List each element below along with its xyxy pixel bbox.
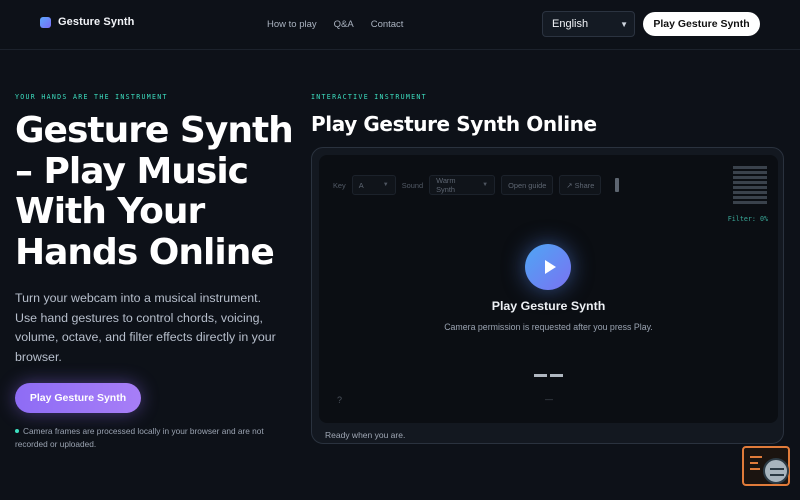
- meter-bar: [733, 176, 767, 179]
- gesture-indicator-mark: [534, 374, 547, 377]
- stage-subtitle: Camera permission is requested after you…: [444, 322, 653, 332]
- floating-helper-widget[interactable]: [742, 446, 790, 486]
- widget-line-icon: [750, 456, 762, 458]
- meter-bar: [733, 181, 767, 184]
- nav-contact[interactable]: Contact: [371, 19, 404, 30]
- stage-title: Play Gesture Synth: [491, 299, 606, 313]
- instrument-toolbar: Key A ▼ Sound Warm Synth ▼ Open guide ↗ …: [333, 175, 620, 195]
- privacy-note: Camera frames are processed locally in y…: [15, 425, 290, 451]
- meter-bar: [733, 201, 767, 204]
- hero-eyebrow: YOUR HANDS ARE THE INSTRUMENT: [15, 93, 168, 101]
- key-select-value: A: [358, 180, 364, 190]
- nav-how-to-play[interactable]: How to play: [267, 19, 317, 30]
- widget-line-icon: [750, 462, 758, 464]
- open-guide-button[interactable]: Open guide: [501, 175, 554, 195]
- share-button[interactable]: ↗ Share: [559, 175, 602, 195]
- sound-select[interactable]: Warm Synth ▼: [429, 175, 496, 195]
- sound-label: Sound: [401, 180, 424, 190]
- volume-slider-handle[interactable]: [615, 178, 620, 192]
- instrument-eyebrow: INTERACTIVE INSTRUMENT: [311, 93, 427, 101]
- hero-title: Gesture Synth – Play Music With Your Han…: [15, 110, 294, 273]
- nav-qa[interactable]: Q&A: [334, 19, 354, 30]
- filter-readout: Filter: 0%: [727, 215, 768, 223]
- language-select-value: English: [552, 18, 589, 30]
- key-label: Key: [333, 180, 346, 190]
- hero-play-button[interactable]: Play Gesture Synth: [15, 383, 141, 413]
- meter-bar: [733, 191, 767, 194]
- player-status: Ready when you are.: [325, 430, 406, 440]
- gesture-indicator-mark: [550, 374, 563, 377]
- widget-line-icon: [750, 468, 760, 470]
- language-select[interactable]: English ▼: [542, 11, 635, 37]
- instrument-player: Key A ▼ Sound Warm Synth ▼ Open guide ↗ …: [311, 147, 784, 444]
- brand[interactable]: Gesture Synth: [40, 16, 135, 28]
- chord-readout: —: [545, 395, 553, 404]
- header-play-button[interactable]: Play Gesture Synth: [643, 12, 760, 36]
- brand-logo-icon: [40, 16, 51, 28]
- meter-bar: [733, 186, 767, 189]
- site-header: Gesture Synth How to play Q&A Contact En…: [0, 0, 800, 50]
- key-select[interactable]: A ▼: [351, 175, 396, 195]
- play-icon: [544, 260, 556, 274]
- brand-name: Gesture Synth: [58, 16, 135, 28]
- robot-face-icon: [763, 458, 789, 484]
- privacy-note-text: Camera frames are processed locally in y…: [15, 426, 264, 449]
- status-dot-icon: [15, 428, 19, 433]
- help-icon[interactable]: ?: [337, 395, 342, 405]
- level-meter: [733, 166, 767, 206]
- main-nav: How to play Q&A Contact: [267, 19, 403, 30]
- stage-play-button[interactable]: [525, 244, 571, 290]
- gesture-indicator: [534, 374, 563, 377]
- chevron-down-icon: ▼: [382, 182, 389, 188]
- chevron-down-icon: ▼: [482, 182, 489, 188]
- chevron-down-icon: ▼: [620, 19, 628, 29]
- instrument-title: Play Gesture Synth Online: [311, 112, 597, 136]
- meter-bar: [733, 166, 767, 169]
- face-slot: [770, 474, 784, 476]
- meter-bar: [733, 196, 767, 199]
- meter-bar: [733, 171, 767, 174]
- instrument-stage[interactable]: Key A ▼ Sound Warm Synth ▼ Open guide ↗ …: [319, 155, 778, 423]
- sound-select-value: Warm Synth: [436, 176, 456, 194]
- face-slot: [770, 468, 784, 470]
- hero-description: Turn your webcam into a musical instrume…: [15, 291, 276, 364]
